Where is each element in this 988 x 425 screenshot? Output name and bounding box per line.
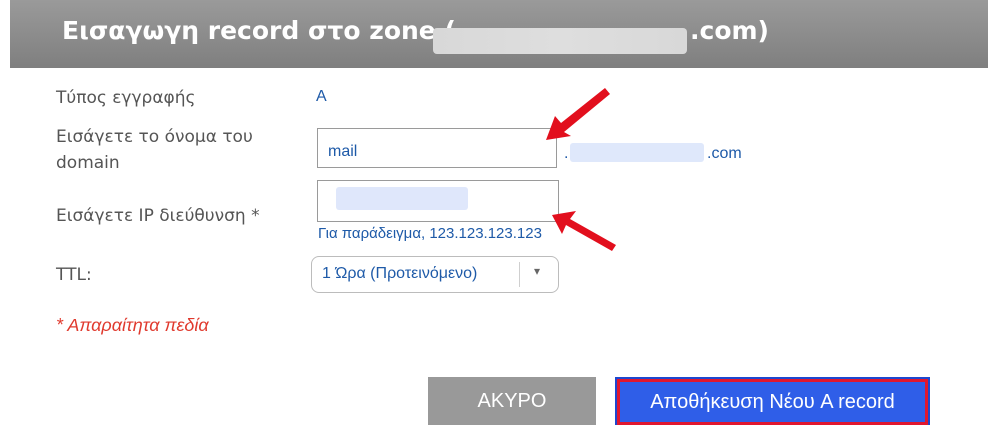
record-type-value: A [316,88,327,105]
domain-input[interactable]: mail [317,128,557,168]
domain-suffix: .com [707,145,742,162]
record-type-label: Τύπος εγγραφής [56,88,196,108]
save-button[interactable]: Αποθήκευση Νέου A record [615,377,930,425]
domain-label: Εισάγετε το όνομα του domain [56,127,253,173]
chevron-down-icon[interactable]: ▾ [534,264,540,278]
domain-dot: . [564,145,569,162]
ttl-label: TTL: [56,265,92,285]
ttl-select[interactable]: 1 Ώρα (Προτεινόμενο) [311,256,559,293]
ip-label: Εισάγετε IP διεύθυνση * [56,206,260,226]
redacted-zone-name [433,28,687,54]
ttl-separator [519,262,520,287]
dialog-title: Εισαγωγη record στο zone ( [62,16,456,45]
ip-example: Για παράδειγμα, 123.123.123.123 [318,225,542,242]
redacted-domain [570,143,704,162]
arrow-icon [552,211,616,251]
cancel-button[interactable]: ΑΚΥΡΟ [428,377,596,425]
arrow-icon [546,88,610,140]
dialog-title-suffix: .com) [690,16,769,45]
required-note: * Απαραίτητα πεδία [56,315,209,335]
redacted-ip [336,187,468,210]
